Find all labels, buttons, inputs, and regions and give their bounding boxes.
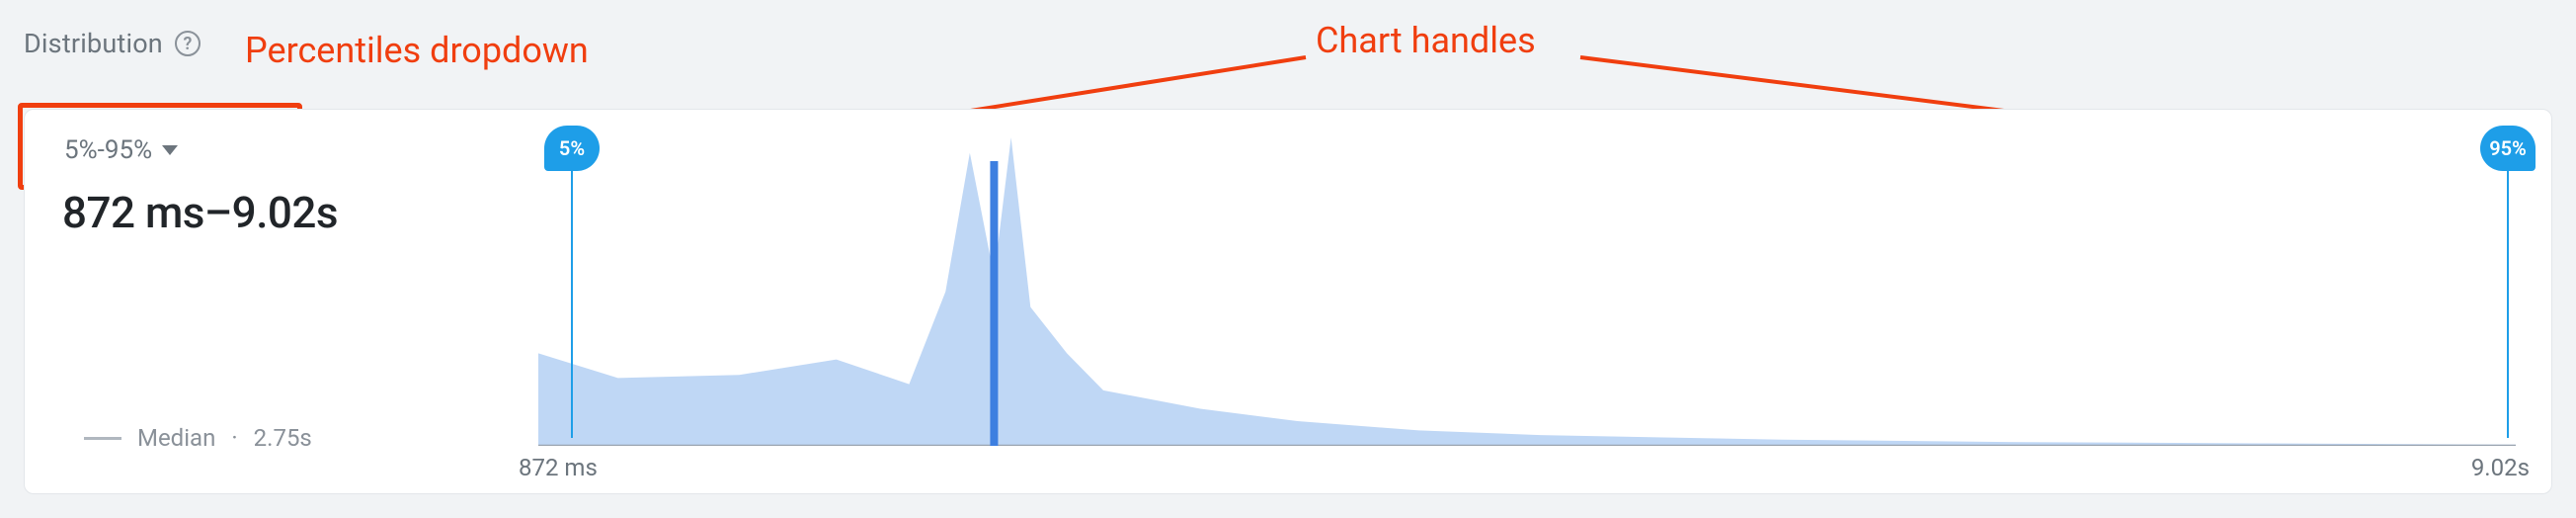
- chart-handle-high[interactable]: 95%: [2480, 126, 2536, 171]
- chart-handle-high-label: 95%: [2489, 136, 2527, 160]
- median-swatch-icon: [84, 437, 121, 440]
- distribution-chart-svg: [538, 137, 2516, 446]
- axis-label-min: 872 ms: [519, 454, 598, 481]
- distribution-chart: [538, 137, 2516, 446]
- axis-label-max: 9.02s: [2471, 454, 2530, 481]
- annotation-handles-label: Chart handles: [1316, 20, 1536, 61]
- chart-handle-low-line: [571, 171, 573, 438]
- percentile-dropdown[interactable]: 5%-95%: [62, 131, 180, 169]
- help-icon[interactable]: ?: [175, 31, 201, 56]
- median-legend: Median · 2.75s: [84, 424, 312, 452]
- range-value: 872 ms–9.02s: [62, 187, 487, 238]
- median-label: Median: [137, 424, 215, 452]
- median-value: 2.75s: [254, 424, 312, 452]
- chart-handle-low-label: 5%: [559, 136, 585, 160]
- distribution-card: 5%-95% 872 ms–9.02s Median · 2.75s 872 m…: [24, 109, 2552, 494]
- annotation-dropdown-label: Percentiles dropdown: [245, 30, 589, 71]
- chart-handle-high-line: [2507, 171, 2509, 438]
- chevron-down-icon: [162, 145, 178, 155]
- median-separator: ·: [231, 424, 237, 452]
- section-title: Distribution: [24, 28, 163, 59]
- chart-handle-low[interactable]: 5%: [544, 126, 600, 171]
- percentile-dropdown-label: 5%-95%: [64, 135, 152, 165]
